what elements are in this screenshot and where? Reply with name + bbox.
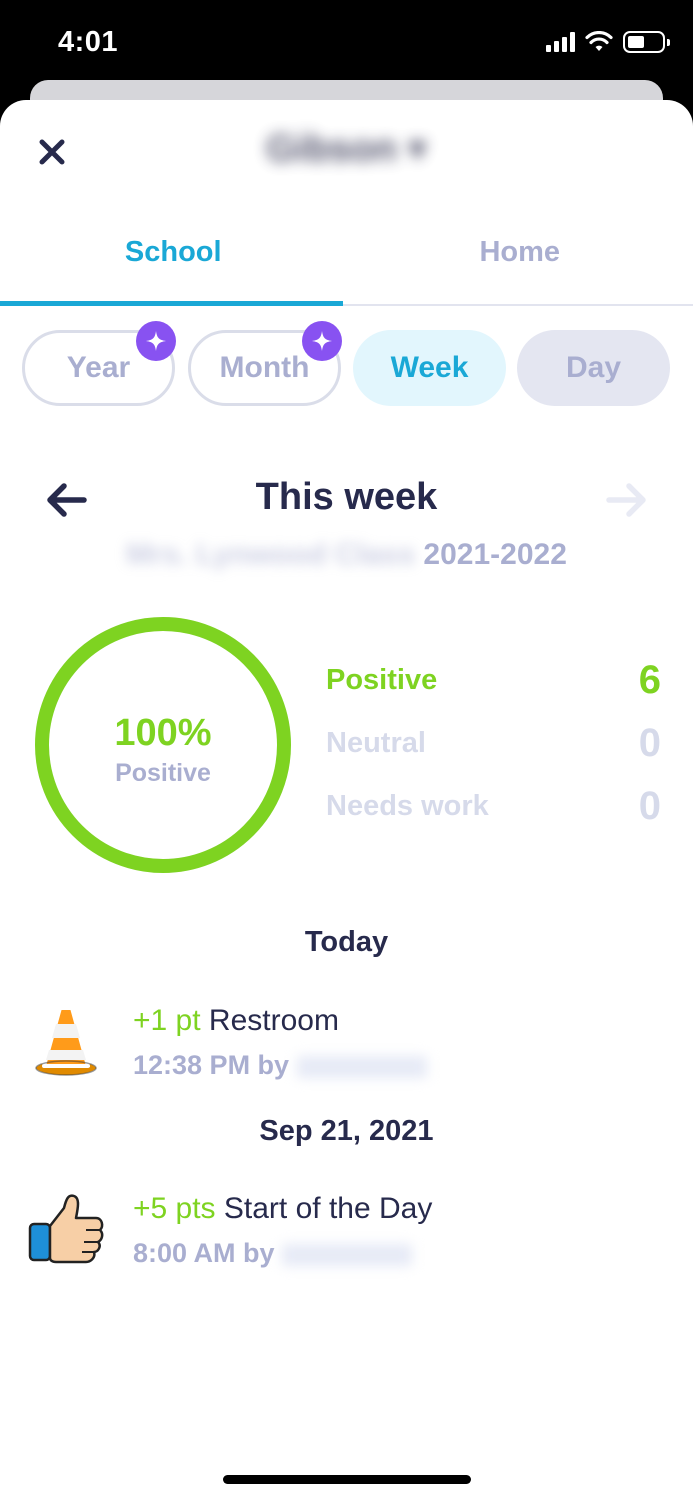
feed-section-title: Sep 21, 2021 <box>259 1115 434 1147</box>
student-name: Gibson <box>266 128 398 170</box>
feed-entry-meta: 8:00 AM by <box>133 1238 413 1269</box>
time-by: 12:38 PM by <box>133 1050 290 1080</box>
traffic-cone-icon <box>32 1006 100 1079</box>
range-chip-day[interactable]: Day <box>517 330 670 406</box>
range-chip-label: Week <box>390 351 469 384</box>
tab-school[interactable]: School <box>0 220 347 306</box>
time-by: 8:00 AM by <box>133 1238 275 1268</box>
status-time: 4:01 <box>58 26 119 58</box>
feed-section-title: Today <box>304 926 389 958</box>
sparkle-icon <box>146 331 166 351</box>
teacher-name-redacted <box>296 1055 427 1078</box>
feed-entry[interactable]: +5 pts Start of the Day 8:00 AM by <box>24 1186 669 1276</box>
time-range-selector: Year Month Week Day <box>22 321 672 406</box>
next-period-button[interactable] <box>605 480 649 520</box>
range-chip-label: Day <box>565 351 622 384</box>
feed-entry-meta: 12:38 PM by <box>133 1050 427 1081</box>
arrow-right-icon <box>606 483 646 517</box>
behavior-name: Restroom <box>208 1004 339 1037</box>
wifi-icon <box>585 31 613 51</box>
school-year: 2021-2022 <box>423 538 567 571</box>
behavior-name: Start of the Day <box>223 1192 433 1225</box>
teacher-name-redacted <box>282 1243 413 1266</box>
behavior-stats: Positive 6 Neutral 0 Needs work 0 <box>326 658 661 849</box>
status-icons <box>546 30 670 54</box>
home-indicator <box>223 1475 471 1484</box>
donut-percent: 100% <box>114 712 212 754</box>
stat-value: 0 <box>638 784 661 828</box>
stat-value: 6 <box>638 658 661 702</box>
stat-label: Neutral <box>326 727 426 759</box>
status-bar: 4:01 <box>0 0 693 86</box>
class-name: Mrs. Lynwood Class <box>126 538 416 571</box>
class-and-year: Mrs. Lynwood Class 2021-2022 <box>0 538 693 572</box>
chevron-down-icon: ▾ <box>407 128 427 170</box>
feed-entry-title: +5 pts Start of the Day <box>133 1192 432 1226</box>
donut-percent-label: Positive <box>115 759 211 787</box>
stat-row-needs-work: Needs work 0 <box>326 784 661 849</box>
range-chip-week[interactable]: Week <box>353 330 506 406</box>
premium-plus-badge <box>136 321 176 361</box>
thumbs-up-icon <box>28 1194 104 1264</box>
points-badge: +1 pt <box>133 1004 201 1037</box>
range-chip-label: Year <box>66 351 131 384</box>
range-chip-year[interactable]: Year <box>22 321 176 406</box>
range-chip-label: Month <box>219 351 310 384</box>
stat-label: Needs work <box>326 790 489 822</box>
points-badge: +5 pts <box>133 1192 216 1225</box>
feed-entry[interactable]: +1 pt Restroom 12:38 PM by <box>24 998 669 1088</box>
cellular-signal-icon <box>546 32 575 52</box>
stat-row-neutral: Neutral 0 <box>326 721 661 786</box>
student-name-dropdown[interactable]: Gibson ▾ <box>0 126 693 171</box>
context-tabs: School Home <box>0 220 693 306</box>
premium-plus-badge <box>302 321 342 361</box>
period-title: This week <box>255 476 438 518</box>
range-chip-month[interactable]: Month <box>188 321 342 406</box>
student-report-sheet: Gibson ▾ School Home Year Month Week Day <box>0 100 693 1500</box>
stat-value: 0 <box>638 721 661 765</box>
sparkle-icon <box>312 331 332 351</box>
battery-icon <box>623 31 670 53</box>
tab-home[interactable]: Home <box>347 220 693 304</box>
stat-row-positive: Positive 6 <box>326 658 661 723</box>
period-navigator: This week <box>0 470 693 530</box>
positivity-donut-chart: 100% Positive <box>34 616 292 874</box>
feed-entry-title: +1 pt Restroom <box>133 1004 339 1038</box>
stat-label: Positive <box>326 664 438 696</box>
